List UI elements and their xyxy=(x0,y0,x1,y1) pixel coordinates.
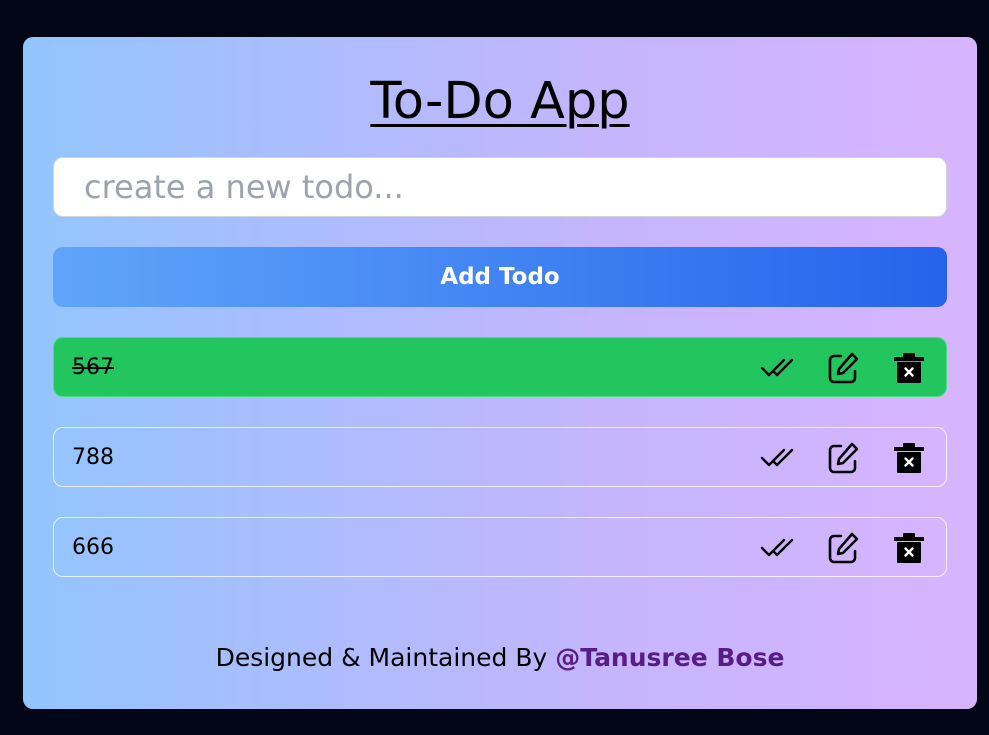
double-check-icon[interactable] xyxy=(760,351,794,385)
app-card: To-Do App Add Todo 567 788 xyxy=(23,37,977,709)
edit-icon[interactable] xyxy=(826,531,860,565)
todo-text: 788 xyxy=(72,444,114,470)
todo-text: 567 xyxy=(72,354,114,380)
app-title: To-Do App xyxy=(370,72,630,131)
new-todo-input[interactable] xyxy=(53,157,947,217)
edit-icon[interactable] xyxy=(826,351,860,385)
author-link[interactable]: @Tanusree Bose xyxy=(555,643,784,672)
footer-credit: Designed & Maintained By @Tanusree Bose xyxy=(23,643,977,672)
todo-item: 788 xyxy=(53,427,947,487)
trash-icon[interactable] xyxy=(892,351,926,385)
todo-item: 567 xyxy=(53,337,947,397)
edit-icon[interactable] xyxy=(826,441,860,475)
double-check-icon[interactable] xyxy=(760,531,794,565)
footer-prefix: Designed & Maintained By xyxy=(215,643,548,672)
todo-item: 666 xyxy=(53,517,947,577)
trash-icon[interactable] xyxy=(892,441,926,475)
todo-text: 666 xyxy=(72,534,114,560)
double-check-icon[interactable] xyxy=(760,441,794,475)
trash-icon[interactable] xyxy=(892,531,926,565)
add-todo-button[interactable]: Add Todo xyxy=(53,247,947,307)
